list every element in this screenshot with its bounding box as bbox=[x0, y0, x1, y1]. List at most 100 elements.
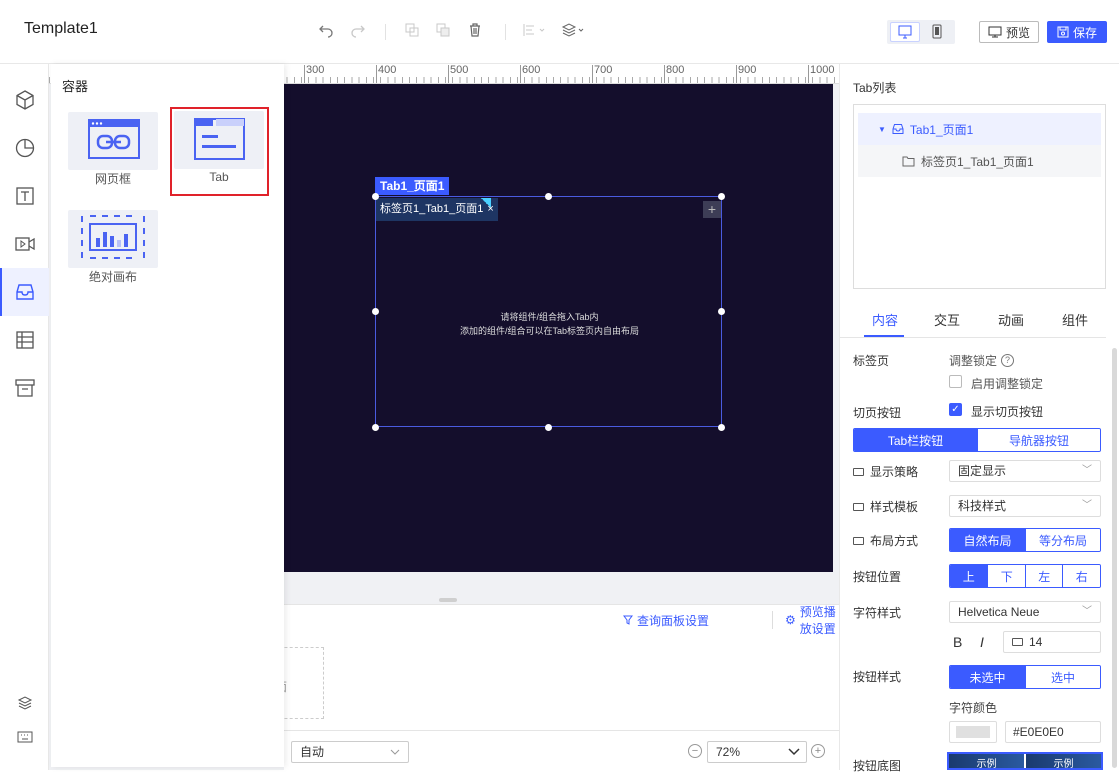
copy-icon[interactable] bbox=[403, 22, 421, 40]
ruler-label: 1000 bbox=[808, 65, 834, 83]
resize-handle-se[interactable] bbox=[718, 424, 725, 431]
adjust-lock-row: 调整锁定 ? bbox=[949, 352, 1015, 369]
tab-content[interactable]: 内容 bbox=[853, 310, 917, 329]
panel-scrollbar[interactable] bbox=[1112, 348, 1117, 768]
preview-playback-settings-button[interactable]: ⚙ 预览播放设置 bbox=[785, 605, 839, 636]
mobile-view-button[interactable] bbox=[922, 22, 952, 42]
save-icon bbox=[1057, 26, 1069, 38]
caret-down-icon[interactable]: ▼ bbox=[878, 125, 886, 134]
display-strategy-select[interactable]: 固定显示 ﹀ bbox=[949, 460, 1101, 482]
resize-handle-nw[interactable] bbox=[372, 193, 379, 200]
navigator-button-option[interactable]: 导航器按钮 bbox=[977, 429, 1100, 451]
tab-component[interactable]: 组件 bbox=[1043, 310, 1107, 329]
tab-button-label: 标签页1_Tab1_页面1 bbox=[380, 203, 484, 215]
resize-handle-sw[interactable] bbox=[372, 424, 379, 431]
absolute-canvas-label: 绝对画布 bbox=[88, 270, 137, 284]
font-color-input[interactable]: #E0E0E0 bbox=[1005, 721, 1101, 743]
enable-adjust-lock-checkbox[interactable] bbox=[949, 375, 962, 388]
rail-item-archive[interactable] bbox=[0, 364, 49, 412]
adjust-lock-label: 调整锁定 bbox=[949, 354, 998, 368]
webframe-component[interactable] bbox=[68, 112, 158, 170]
position-right-option[interactable]: 右 bbox=[1062, 565, 1100, 587]
rail-item-charts[interactable] bbox=[0, 124, 49, 172]
design-stage[interactable]: Tab1_页面1 标签页1_Tab1_页面1 × + 请将组件/组合拖入Tab内… bbox=[284, 84, 833, 572]
chevron-down-icon: ﹀ bbox=[1082, 465, 1092, 476]
tree-node-tabpage1[interactable]: 标签页1_Tab1_页面1 bbox=[858, 145, 1101, 177]
layout-select[interactable]: 自动 bbox=[291, 741, 409, 763]
undo-icon[interactable] bbox=[317, 22, 335, 40]
preview-button[interactable]: 预览 bbox=[979, 21, 1039, 43]
chevron-down-icon bbox=[788, 748, 800, 756]
layout-segmented: 自然布局 等分布局 bbox=[949, 528, 1101, 552]
panel-splitter[interactable] bbox=[439, 598, 457, 602]
font-family-select[interactable]: Helvetica Neue ﹀ bbox=[949, 601, 1101, 623]
tabbar-button-option[interactable]: Tab栏按钮 bbox=[854, 429, 977, 451]
absolute-canvas-component[interactable] bbox=[68, 210, 158, 268]
property-tabs: 内容 交互 动画 组件 bbox=[840, 302, 1106, 338]
button-bg-sample: 示例 bbox=[949, 754, 1024, 768]
resize-handle-e[interactable] bbox=[718, 308, 725, 315]
tab-component[interactable]: 标签页1_Tab1_页面1 × + 请将组件/组合拖入Tab内 添加的组件/组合… bbox=[375, 196, 722, 427]
desktop-view-button[interactable] bbox=[890, 22, 920, 42]
rail-item-table[interactable] bbox=[0, 316, 49, 364]
bold-toggle[interactable]: B bbox=[953, 634, 962, 650]
style-template-select[interactable]: 科技样式 ﹀ bbox=[949, 495, 1101, 517]
rail-item-text[interactable] bbox=[0, 172, 49, 220]
layers-icon bbox=[17, 696, 32, 710]
rail-keyboard-button[interactable] bbox=[0, 722, 49, 752]
tab-corner-decoration bbox=[481, 198, 491, 208]
redo-icon[interactable] bbox=[349, 22, 367, 40]
tab-list-tree: ▼ Tab1_页面1 标签页1_Tab1_页面1 bbox=[853, 104, 1106, 289]
tab-button-1[interactable]: 标签页1_Tab1_页面1 × bbox=[376, 198, 498, 221]
layer-order-icon[interactable] bbox=[561, 22, 587, 40]
tree-node-tab1[interactable]: ▼ Tab1_页面1 bbox=[858, 113, 1101, 145]
chevron-down-icon: ﹀ bbox=[1082, 606, 1092, 617]
equal-layout-option[interactable]: 等分布局 bbox=[1025, 529, 1100, 551]
position-left-option[interactable]: 左 bbox=[1024, 565, 1063, 587]
ruler-label: 400 bbox=[376, 65, 396, 83]
zoom-in-icon[interactable]: + bbox=[811, 744, 825, 758]
position-bottom-option[interactable]: 下 bbox=[987, 565, 1025, 587]
query-panel-settings-button[interactable]: 查询面板设置 bbox=[623, 611, 709, 629]
button-style-segmented: 未选中 选中 bbox=[949, 665, 1101, 689]
tab-animation[interactable]: 动画 bbox=[979, 310, 1043, 329]
natural-layout-option[interactable]: 自然布局 bbox=[950, 529, 1025, 551]
resize-handle-w[interactable] bbox=[372, 308, 379, 315]
button-bg-picker[interactable]: 示例 示例 bbox=[947, 752, 1103, 770]
add-tab-button[interactable]: + bbox=[703, 201, 721, 218]
resize-handle-ne[interactable] bbox=[718, 193, 725, 200]
font-size-input[interactable]: 14 bbox=[1003, 631, 1101, 653]
save-button[interactable]: 保存 bbox=[1047, 21, 1107, 43]
help-icon[interactable]: ? bbox=[1001, 354, 1015, 367]
absolute-canvas-icon bbox=[81, 215, 145, 259]
position-top-option[interactable]: 上 bbox=[950, 565, 988, 587]
show-page-button-checkbox[interactable]: ✓ bbox=[949, 403, 962, 416]
rail-item-container[interactable] bbox=[0, 268, 49, 316]
align-icon[interactable] bbox=[522, 22, 548, 40]
font-color-swatch[interactable] bbox=[949, 721, 997, 743]
button-position-segmented: 上 下 左 右 bbox=[949, 564, 1101, 588]
rail-item-media[interactable] bbox=[0, 220, 49, 268]
webframe-label: 网页框 bbox=[94, 172, 131, 186]
zoom-select[interactable]: 72% bbox=[707, 741, 807, 763]
tab-interaction[interactable]: 交互 bbox=[915, 310, 979, 329]
button-bg-label: 按钮底图 bbox=[853, 759, 902, 773]
paste-icon[interactable] bbox=[434, 22, 452, 40]
style-template-row: 样式模板 bbox=[853, 498, 918, 515]
resize-handle-n[interactable] bbox=[545, 193, 552, 200]
settings-icon: ⚙ bbox=[785, 613, 796, 627]
ruler-label: 500 bbox=[448, 65, 468, 83]
rail-layers-button[interactable] bbox=[0, 688, 49, 718]
drop-hint-line1: 请将组件/组合拖入Tab内 bbox=[500, 312, 599, 322]
resize-handle-s[interactable] bbox=[545, 424, 552, 431]
toolbar-divider bbox=[385, 24, 386, 40]
monitor-icon bbox=[853, 536, 864, 545]
selected-style-option[interactable]: 选中 bbox=[1025, 666, 1100, 688]
italic-toggle[interactable]: I bbox=[980, 634, 984, 650]
delete-icon[interactable] bbox=[466, 22, 484, 40]
unselected-style-option[interactable]: 未选中 bbox=[950, 666, 1025, 688]
zoom-out-icon[interactable]: − bbox=[688, 744, 702, 758]
button-type-segmented: Tab栏按钮 导航器按钮 bbox=[853, 428, 1101, 452]
rail-item-3d[interactable] bbox=[0, 76, 49, 124]
show-page-button-label: 显示切页按钮 bbox=[971, 405, 1044, 419]
